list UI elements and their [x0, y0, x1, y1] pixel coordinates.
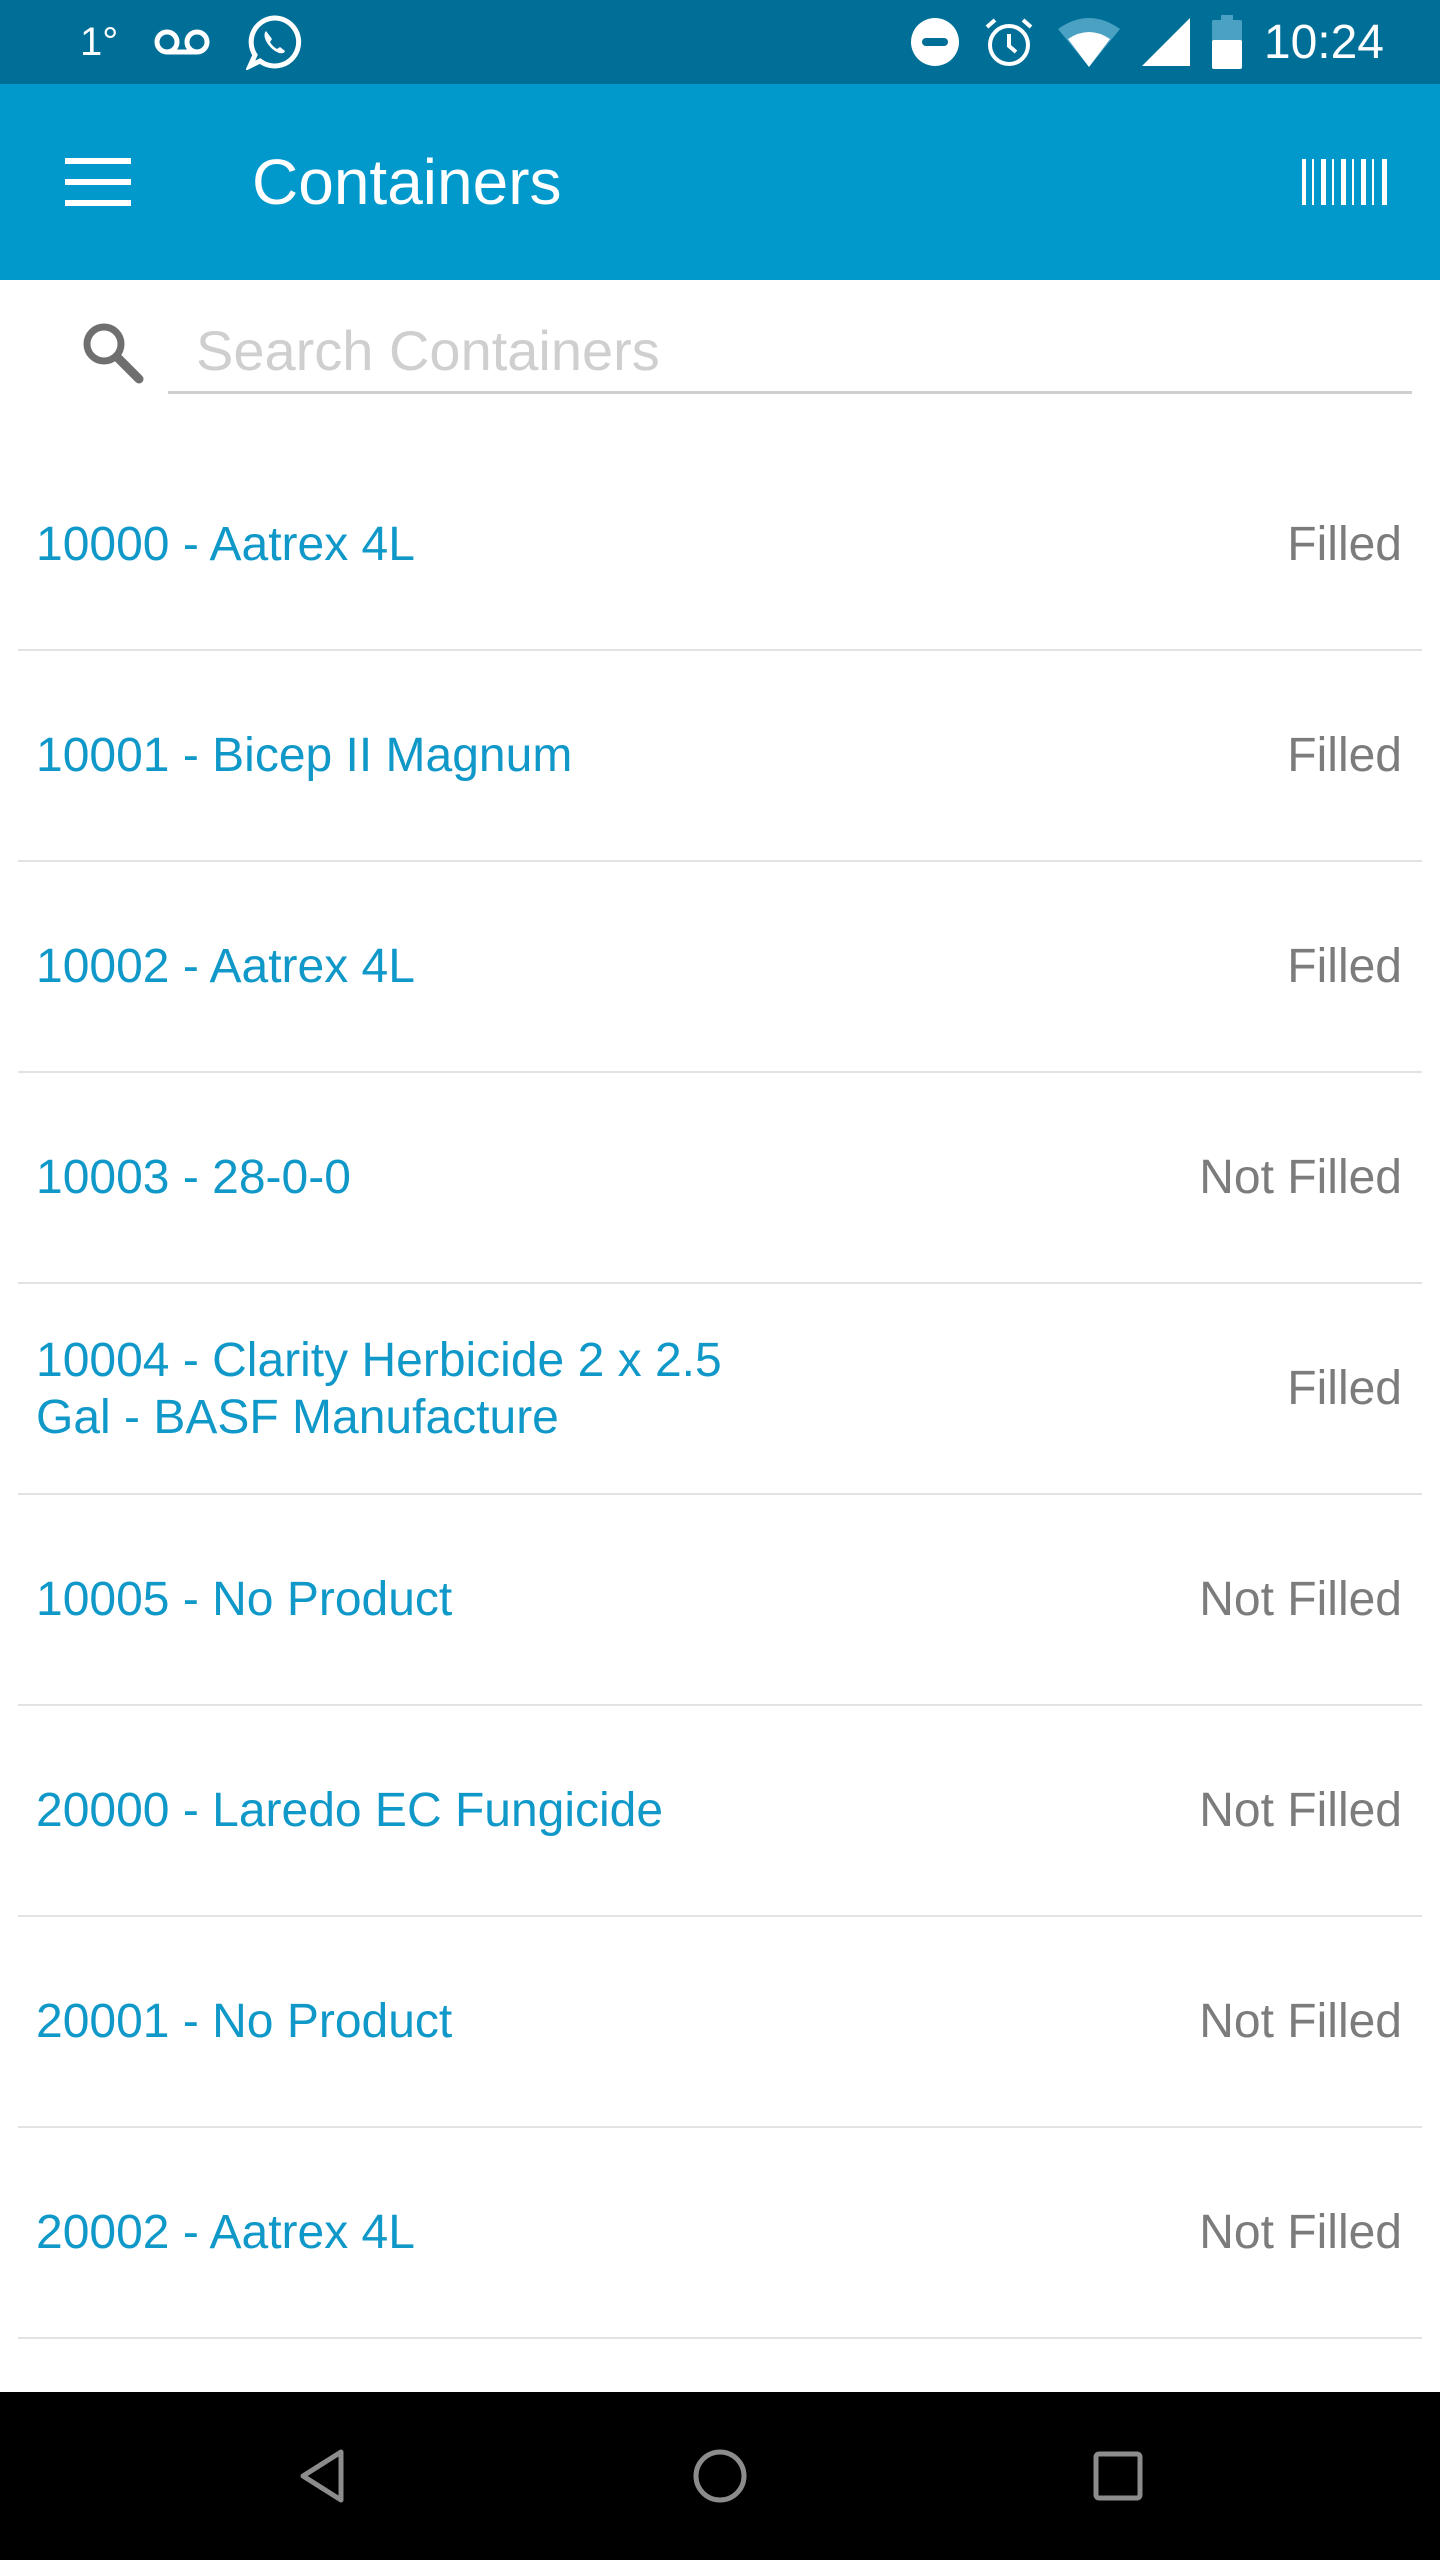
list-item[interactable]: 10005 - No Product Not Filled: [0, 1495, 1440, 1706]
cell-signal-icon: [1141, 18, 1190, 66]
container-name: 20000 - Laredo EC Fungicide: [36, 1784, 664, 1837]
back-button[interactable]: [272, 2426, 372, 2526]
container-name: 10003 - 28-0-0: [36, 1151, 351, 1204]
back-icon: [297, 2448, 347, 2504]
fill-status: Filled: [1287, 518, 1402, 571]
voicemail-icon: [154, 27, 210, 57]
search-bar: [0, 280, 1440, 440]
home-button[interactable]: [670, 2426, 770, 2526]
search-icon: [76, 316, 148, 388]
page-title: Containers: [252, 146, 562, 218]
list-item[interactable]: 20000 - Laredo EC Fungicide Not Filled: [0, 1706, 1440, 1917]
status-bar: 1° 10:24: [0, 0, 1440, 84]
system-nav-bar: [0, 2392, 1440, 2560]
fill-status: Not Filled: [1199, 1784, 1402, 1837]
container-name: 20002 - Aatrex 4L: [36, 2206, 415, 2259]
divider: [18, 2337, 1422, 2339]
home-icon: [692, 2448, 748, 2504]
fill-status: Not Filled: [1199, 1995, 1402, 2048]
hamburger-menu-icon: [65, 158, 131, 206]
container-name: 10001 - Bicep II Magnum: [36, 729, 573, 782]
recents-button[interactable]: [1068, 2426, 1168, 2526]
fill-status: Filled: [1287, 940, 1402, 993]
fill-status: Filled: [1287, 729, 1402, 782]
battery-icon: [1211, 15, 1242, 69]
fill-status: Not Filled: [1199, 2206, 1402, 2259]
containers-list: 10000 - Aatrex 4L Filled 10001 - Bicep I…: [0, 440, 1440, 2339]
alarm-icon: [982, 15, 1036, 69]
list-item[interactable]: 10000 - Aatrex 4L Filled: [0, 440, 1440, 651]
recents-icon: [1093, 2451, 1143, 2501]
container-name: 10004 - Clarity Herbicide 2 x 2.5 Gal - …: [36, 1333, 722, 1444]
fill-status: Not Filled: [1199, 1151, 1402, 1204]
list-item[interactable]: 10002 - Aatrex 4L Filled: [0, 862, 1440, 1073]
container-name: 20001 - No Product: [36, 1995, 453, 2048]
search-input[interactable]: [168, 310, 1412, 394]
wifi-icon: [1057, 17, 1120, 67]
list-item[interactable]: 20001 - No Product Not Filled: [0, 1917, 1440, 2128]
container-name: 10002 - Aatrex 4L: [36, 940, 415, 993]
app-bar: Containers: [0, 84, 1440, 280]
list-item[interactable]: 10003 - 28-0-0 Not Filled: [0, 1073, 1440, 1284]
fill-status: Filled: [1287, 1362, 1402, 1415]
whatsapp-icon: [246, 14, 302, 70]
list-item[interactable]: 20002 - Aatrex 4L Not Filled: [0, 2128, 1440, 2339]
container-name: 10005 - No Product: [36, 1573, 453, 1626]
fill-status: Not Filled: [1199, 1573, 1402, 1626]
temperature-indicator: 1°: [80, 19, 119, 64]
menu-button[interactable]: [48, 132, 148, 232]
list-item[interactable]: 10001 - Bicep II Magnum Filled: [0, 651, 1440, 862]
barcode-scan-icon: [1302, 159, 1388, 205]
clock: 10:24: [1263, 15, 1384, 69]
scan-barcode-button[interactable]: [1290, 132, 1400, 232]
do-not-disturb-icon: [910, 17, 960, 67]
container-name: 10000 - Aatrex 4L: [36, 518, 415, 571]
list-item[interactable]: 10004 - Clarity Herbicide 2 x 2.5 Gal - …: [0, 1284, 1440, 1495]
